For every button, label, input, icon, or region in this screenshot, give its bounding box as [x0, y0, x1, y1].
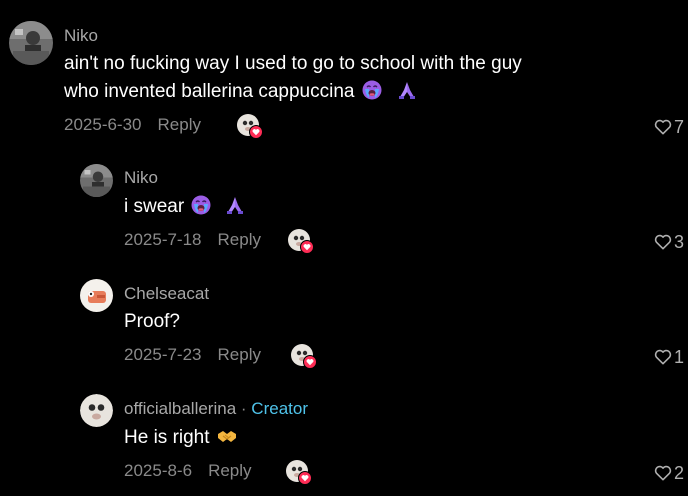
comment-date: 2025-6-30	[64, 115, 142, 134]
folded-hands-emoji	[225, 195, 245, 215]
creator-liked-badge	[237, 114, 263, 139]
comment-meta: 2025-6-30 Reply	[64, 114, 201, 136]
comment-text: Proof?	[124, 311, 180, 332]
avatar[interactable]	[9, 21, 53, 65]
creator-liked-badge	[286, 460, 312, 485]
comment-text: He is right	[124, 427, 210, 448]
comment-text-line: who invented ballerina cappuccina	[64, 78, 417, 106]
comment-date: 2025-8-6	[124, 461, 193, 480]
creator-liked-badge	[291, 344, 317, 369]
avatar[interactable]	[80, 279, 113, 312]
like-button[interactable]: 2	[654, 462, 684, 484]
heart-badge-icon	[300, 240, 314, 254]
avatar[interactable]	[80, 164, 113, 197]
comment-text: ain't no fucking way I used to go to sch…	[64, 53, 522, 74]
like-count: 7	[673, 117, 684, 137]
comment-meta: 2025-7-23 Reply	[124, 344, 261, 366]
comment-text-line: He is right	[124, 424, 237, 452]
heart-badge-icon	[249, 125, 263, 139]
comment-text-line: Proof?	[124, 308, 180, 336]
heart-outline-icon	[654, 119, 672, 135]
heart-outline-icon	[654, 349, 672, 365]
reply-item: officialballerina · Creator He is right …	[0, 380, 688, 496]
comment-meta: 2025-7-18 Reply	[124, 229, 261, 251]
heart-outline-icon	[654, 465, 672, 481]
like-count: 1	[673, 347, 684, 367]
handshake-emoji	[217, 426, 237, 446]
creator-badge: Creator	[251, 399, 308, 418]
heart-badge-icon	[303, 355, 317, 369]
comment-text: i swear	[124, 196, 185, 217]
comment-text: who invented ballerina cappuccina	[64, 81, 355, 102]
comment-username[interactable]: officialballerina	[124, 399, 236, 418]
like-count: 2	[673, 463, 684, 483]
reply-button[interactable]: Reply	[218, 344, 261, 366]
comment-date: 2025-7-18	[124, 230, 202, 249]
comment-username-row: officialballerina · Creator	[124, 399, 308, 419]
like-button[interactable]: 1	[654, 346, 684, 368]
comments-panel: Niko ain't no fucking way I used to go t…	[0, 0, 688, 496]
folded-hands-emoji	[397, 80, 417, 100]
comment-date: 2025-7-23	[124, 345, 202, 364]
creator-liked-badge	[288, 229, 314, 254]
reply-button[interactable]: Reply	[218, 229, 261, 251]
reply-item: Niko i swear 2025-7-18 Reply 3	[0, 150, 688, 265]
comment-username[interactable]: Chelseacat	[124, 284, 209, 304]
loudly-crying-face-emoji	[362, 80, 382, 100]
comment-text-line: i swear	[124, 193, 245, 221]
like-count: 3	[673, 232, 684, 252]
comment-text-line: ain't no fucking way I used to go to sch…	[64, 50, 522, 78]
like-button[interactable]: 7	[654, 116, 684, 138]
like-button[interactable]: 3	[654, 231, 684, 253]
reply-button[interactable]: Reply	[208, 460, 251, 482]
comment-meta: 2025-8-6 Reply	[124, 460, 252, 482]
comment-username[interactable]: Niko	[124, 168, 158, 188]
comment-item: Niko ain't no fucking way I used to go t…	[0, 0, 688, 150]
reply-item: Chelseacat Proof? 2025-7-23 Reply 1	[0, 265, 688, 380]
comment-username[interactable]: Niko	[64, 26, 98, 46]
avatar[interactable]	[80, 394, 113, 427]
loudly-crying-face-emoji	[191, 195, 211, 215]
heart-badge-icon	[298, 471, 312, 485]
separator-dot: ·	[240, 399, 247, 418]
heart-outline-icon	[654, 234, 672, 250]
reply-button[interactable]: Reply	[158, 114, 201, 136]
